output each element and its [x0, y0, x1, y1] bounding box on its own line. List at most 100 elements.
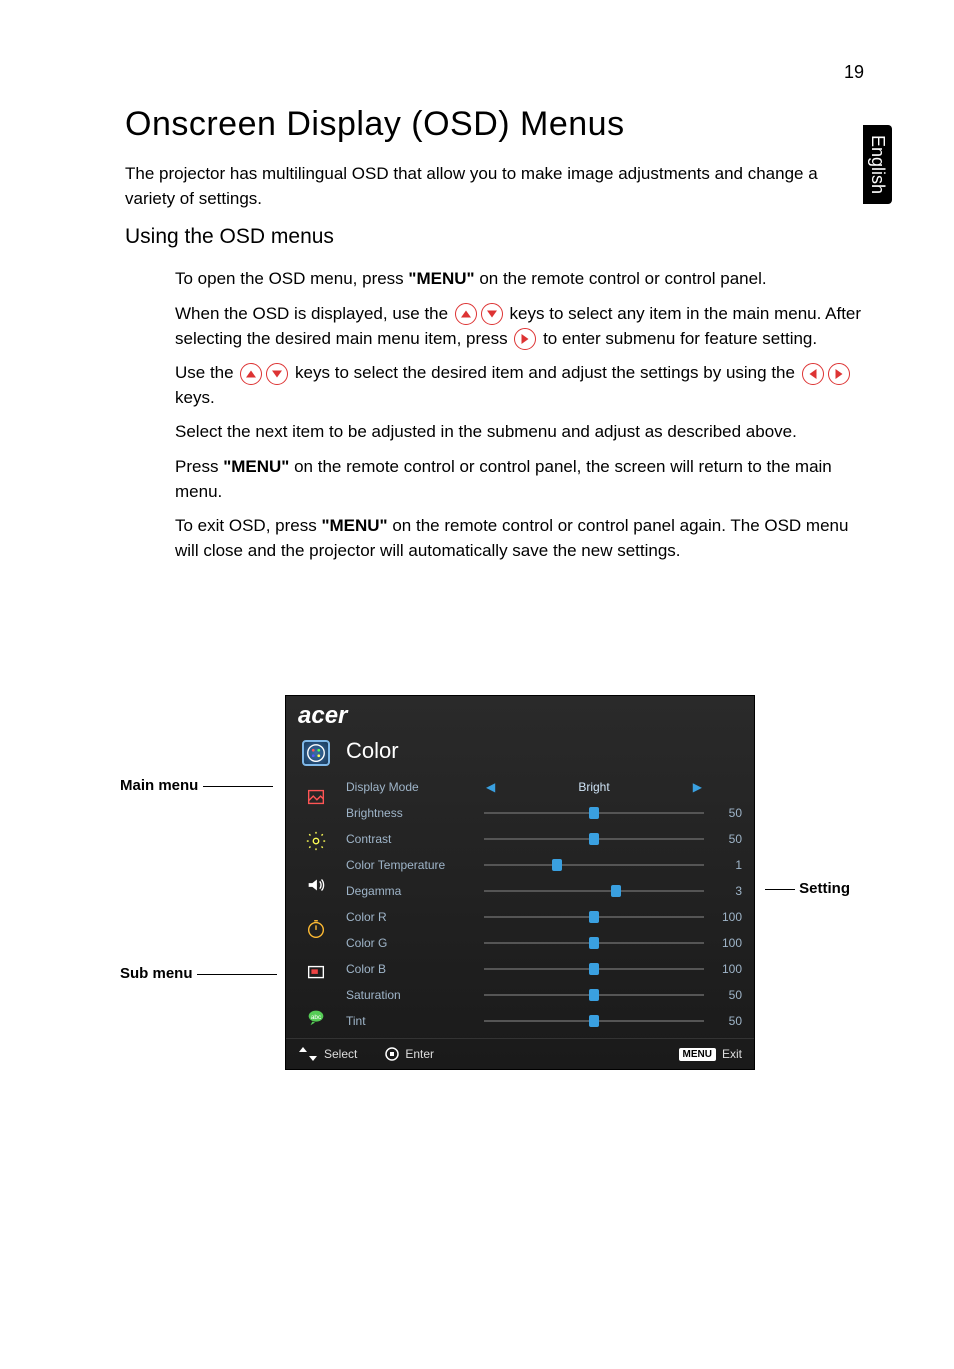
setting-label: Color Temperature	[346, 858, 476, 872]
setting-control[interactable]: ◀ Bright ▶	[476, 780, 712, 794]
slider-thumb[interactable]	[611, 885, 621, 897]
image-icon[interactable]	[302, 784, 330, 810]
setting-number: 50	[712, 832, 742, 846]
setting-number: 1	[712, 858, 742, 872]
instruction-list: To open the OSD menu, press "MENU" on th…	[175, 267, 865, 563]
setting-number: 50	[712, 1014, 742, 1028]
osd-title: Color	[346, 732, 742, 774]
osd-panel: acer abc Color Display Mode ◀ Bright ▶ Brigh…	[285, 695, 755, 1070]
osd-footer: Select Enter MENU Exit	[286, 1038, 754, 1069]
left-arrow-icon[interactable]: ◀	[486, 780, 495, 794]
setting-control[interactable]	[476, 968, 712, 970]
slider-thumb[interactable]	[589, 963, 599, 975]
text: To open the OSD menu, press	[175, 269, 408, 288]
footer-enter: Enter	[385, 1047, 434, 1061]
text: To exit OSD, press	[175, 516, 321, 535]
setting-label: Saturation	[346, 988, 476, 1002]
instruction-return: Press "MENU" on the remote control or co…	[175, 455, 865, 504]
setting-number: 100	[712, 910, 742, 924]
setting-control[interactable]	[476, 812, 712, 814]
brand-logo: acer	[286, 696, 754, 732]
osd-setting-row[interactable]: Degamma3	[346, 878, 742, 904]
setting-number: 100	[712, 962, 742, 976]
setting-label: Color G	[346, 936, 476, 950]
menu-badge-icon: MENU	[679, 1048, 716, 1061]
setting-number: 50	[712, 806, 742, 820]
slider-thumb[interactable]	[589, 989, 599, 1001]
instruction-open: To open the OSD menu, press "MENU" on th…	[175, 267, 865, 292]
setting-label: Color B	[346, 962, 476, 976]
osd-setting-row[interactable]: Brightness 50	[346, 800, 742, 826]
svg-text:abc: abc	[311, 1014, 322, 1021]
left-arrow-icon	[802, 363, 824, 385]
slider-thumb[interactable]	[589, 833, 599, 845]
down-arrow-icon	[266, 363, 288, 385]
audio-icon[interactable]	[302, 872, 330, 898]
right-arrow-icon	[828, 363, 850, 385]
slider-track[interactable]	[484, 942, 704, 944]
setting-label: Color R	[346, 910, 476, 924]
setting-label: Setting	[765, 880, 850, 897]
slider-track[interactable]	[484, 1020, 704, 1022]
slider-track[interactable]	[484, 916, 704, 918]
setting-label: Tint	[346, 1014, 476, 1028]
slider-track[interactable]	[484, 812, 704, 814]
language-tab: English	[863, 125, 892, 204]
osd-setting-row[interactable]: Color G100	[346, 930, 742, 956]
content-area: Onscreen Display (OSD) Menus The project…	[125, 105, 865, 574]
osd-setting-row[interactable]: Contrast 50	[346, 826, 742, 852]
text: Press	[175, 457, 223, 476]
slider-track[interactable]	[484, 838, 704, 840]
slider-track[interactable]	[484, 994, 704, 996]
timer-icon[interactable]	[302, 916, 330, 942]
setting-value: Bright	[578, 780, 609, 794]
label-text: Setting	[799, 880, 850, 897]
slider-thumb[interactable]	[589, 937, 599, 949]
text: When the OSD is displayed, use the	[175, 304, 453, 323]
label-text: Main menu	[120, 777, 198, 794]
sub-menu-label: Sub menu	[120, 965, 277, 982]
color-palette-icon[interactable]	[302, 740, 330, 766]
text: keys to select the desired item and adju…	[295, 363, 800, 382]
setting-label: Contrast	[346, 832, 476, 846]
footer-text: Enter	[405, 1047, 434, 1061]
setting-control[interactable]	[476, 838, 712, 840]
slider-track[interactable]	[484, 890, 704, 892]
osd-setting-row[interactable]: Tint 50	[346, 1008, 742, 1034]
up-arrow-icon	[455, 303, 477, 325]
page-title: Onscreen Display (OSD) Menus	[125, 105, 865, 144]
intro-text: The projector has multilingual OSD that …	[125, 162, 865, 211]
settings-gear-icon[interactable]	[302, 828, 330, 854]
setting-label: Brightness	[346, 806, 476, 820]
osd-setting-row[interactable]: Color Temperature 1	[346, 852, 742, 878]
osd-setting-row[interactable]: Display Mode ◀ Bright ▶	[346, 774, 742, 800]
slider-thumb[interactable]	[589, 911, 599, 923]
menu-keyword: "MENU"	[408, 269, 474, 288]
footer-text: Exit	[722, 1047, 742, 1061]
setting-control[interactable]	[476, 890, 712, 892]
osd-body: abc Color Display Mode ◀ Bright ▶ Brightness…	[286, 732, 754, 1038]
menu-keyword: "MENU"	[321, 516, 387, 535]
language-icon[interactable]: abc	[302, 1004, 330, 1030]
osd-setting-row[interactable]: Color R 100	[346, 904, 742, 930]
slider-thumb[interactable]	[552, 859, 562, 871]
osd-setting-row[interactable]: Saturation50	[346, 982, 742, 1008]
setting-control[interactable]	[476, 1020, 712, 1022]
setting-control[interactable]	[476, 942, 712, 944]
setting-label: Display Mode	[346, 780, 476, 794]
right-arrow-icon[interactable]: ▶	[693, 780, 702, 794]
label-text: Sub menu	[120, 965, 193, 982]
instruction-exit: To exit OSD, press "MENU" on the remote …	[175, 514, 865, 563]
footer-text: Select	[324, 1047, 357, 1061]
osd-setting-row[interactable]: Color B 100	[346, 956, 742, 982]
setting-control[interactable]	[476, 994, 712, 996]
setting-control[interactable]	[476, 864, 712, 866]
setting-control[interactable]	[476, 916, 712, 918]
screen-icon[interactable]	[302, 960, 330, 986]
osd-rows: Display Mode◀Bright▶Brightness50Contrast…	[346, 774, 742, 1034]
slider-thumb[interactable]	[589, 1015, 599, 1027]
slider-thumb[interactable]	[589, 807, 599, 819]
osd-sidebar: abc	[286, 732, 346, 1038]
slider-track[interactable]	[484, 864, 704, 866]
slider-track[interactable]	[484, 968, 704, 970]
